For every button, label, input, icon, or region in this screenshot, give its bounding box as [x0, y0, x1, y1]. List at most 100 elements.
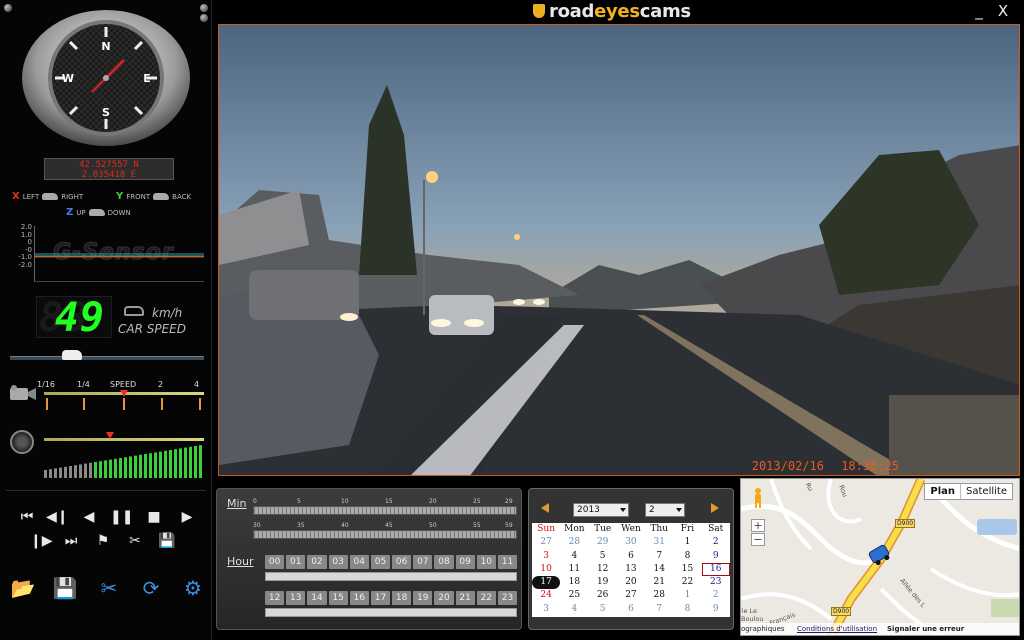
hour-cell-12[interactable]: 12 [265, 591, 285, 605]
calendar-day[interactable]: 6 [617, 603, 645, 616]
hour-bar-pm[interactable] [265, 608, 517, 617]
calendar-day[interactable]: 8 [673, 603, 701, 616]
hour-cell-19[interactable]: 19 [413, 591, 433, 605]
calendar-day[interactable]: 28 [560, 536, 588, 549]
calendar-day[interactable]: 5 [589, 603, 617, 616]
skip-back-button[interactable]: ⏮ [16, 507, 38, 527]
hour-cell-06[interactable]: 06 [392, 555, 412, 569]
browser-icon[interactable]: ⟳ [138, 575, 164, 601]
video-progress-thumb-car-icon[interactable] [62, 350, 83, 360]
street-view-pegman-icon[interactable] [753, 487, 763, 509]
hour-cell-10[interactable]: 10 [476, 555, 496, 569]
stop-button[interactable]: ■ [143, 507, 165, 527]
calendar-day[interactable]: 4 [560, 550, 588, 563]
step-forward-button[interactable]: ❙▶ [30, 531, 53, 551]
calendar-day[interactable]: 4 [560, 603, 588, 616]
calendar-day[interactable]: 21 [645, 576, 673, 589]
hour-cell-20[interactable]: 20 [434, 591, 454, 605]
open-folder-icon[interactable]: 📂 [10, 575, 36, 601]
close-button[interactable]: X [994, 2, 1012, 20]
minute-ruler-30-59[interactable]: 30 35 40 45 50 55 59 [253, 522, 517, 539]
calendar-day[interactable]: 6 [617, 550, 645, 563]
step-back-button[interactable]: ◀❙ [46, 507, 69, 527]
settings-gear-icon[interactable]: ⚙ [180, 575, 206, 601]
calendar-day[interactable]: 17 [532, 576, 561, 590]
hour-cell-00[interactable]: 00 [265, 555, 285, 569]
calendar-day[interactable]: 20 [617, 576, 645, 589]
calendar-day[interactable]: 2 [702, 589, 730, 602]
hour-cell-13[interactable]: 13 [286, 591, 306, 605]
map-satellite-button[interactable]: Satellite [961, 484, 1012, 499]
calendar-day[interactable]: 7 [645, 550, 673, 563]
zoom-out-button[interactable]: − [751, 533, 765, 546]
calendar-day[interactable]: 13 [617, 563, 645, 576]
calendar-day[interactable]: 26 [589, 589, 617, 602]
cut-marker-button[interactable]: ✂︎ [124, 531, 146, 551]
map-report-error-link[interactable]: Signaler une erreur cartographique [887, 623, 1019, 635]
calendar-day[interactable]: 29 [589, 536, 617, 549]
hour-cell-16[interactable]: 16 [349, 591, 369, 605]
hour-cell-14[interactable]: 14 [307, 591, 327, 605]
calendar-day[interactable]: 28 [645, 589, 673, 602]
calendar-day[interactable]: 27 [532, 536, 560, 549]
calendar-day[interactable]: 9 [702, 550, 730, 563]
pause-button[interactable]: ❚❚ [110, 507, 133, 527]
calendar-day[interactable]: 5 [589, 550, 617, 563]
hour-cell-09[interactable]: 09 [455, 555, 475, 569]
calendar-day[interactable]: 3 [532, 603, 560, 616]
calendar-day[interactable]: 3 [532, 550, 560, 563]
calendar-day[interactable]: 10 [532, 563, 560, 576]
calendar-day[interactable]: 2 [702, 536, 730, 549]
hour-cell-07[interactable]: 07 [413, 555, 433, 569]
next-month-arrow-icon[interactable] [711, 503, 719, 513]
calendar-day[interactable]: 15 [673, 563, 701, 576]
playback-speed-thumb[interactable] [120, 390, 128, 397]
hour-cell-11[interactable]: 11 [497, 555, 518, 569]
hour-cell-21[interactable]: 21 [455, 591, 475, 605]
calendar-day[interactable]: 11 [560, 563, 588, 576]
hour-cell-05[interactable]: 05 [370, 555, 391, 569]
hour-cell-17[interactable]: 17 [370, 591, 391, 605]
map-view[interactable]: D900 D900 Ru Rou Allée des L rie Le Boul… [740, 478, 1020, 636]
calendar-day[interactable]: 1 [673, 589, 701, 602]
calendar-day[interactable]: 8 [673, 550, 701, 563]
save-clip-button[interactable]: 💾 [156, 531, 178, 551]
calendar-day[interactable]: 31 [645, 536, 673, 549]
flag-button[interactable]: ⚑ [92, 531, 114, 551]
speaker-icon[interactable] [10, 430, 34, 454]
map-plan-button[interactable]: Plan [925, 484, 962, 499]
scissors-icon[interactable]: ✂ [96, 575, 122, 601]
calendar-day[interactable]: 16 [701, 562, 730, 577]
calendar-day[interactable]: 14 [645, 563, 673, 576]
hour-cell-01[interactable]: 01 [286, 555, 306, 569]
calendar-day[interactable]: 1 [673, 536, 701, 549]
hour-cell-08[interactable]: 08 [434, 555, 454, 569]
calendar-day[interactable]: 7 [645, 603, 673, 616]
calendar-day[interactable]: 9 [702, 603, 730, 616]
hour-bar-am[interactable] [265, 572, 517, 581]
hour-cell-18[interactable]: 18 [392, 591, 412, 605]
calendar-day[interactable]: 24 [532, 589, 560, 602]
play-button[interactable]: ▶ [176, 507, 198, 527]
hour-cell-04[interactable]: 04 [349, 555, 369, 569]
zoom-in-button[interactable]: + [751, 519, 765, 532]
calendar-day[interactable]: 22 [673, 576, 701, 589]
video-player[interactable]: 2013/02/16 18:38:25 [218, 24, 1020, 476]
calendar-day[interactable]: 25 [560, 589, 588, 602]
skip-forward-button[interactable]: ⏭ [60, 531, 82, 551]
calendar-day[interactable]: 19 [589, 576, 617, 589]
hour-cell-02[interactable]: 02 [307, 555, 327, 569]
calendar-day[interactable]: 30 [617, 536, 645, 549]
calendar-day[interactable]: 18 [560, 576, 588, 589]
reverse-play-button[interactable]: ◀ [78, 507, 100, 527]
volume-thumb[interactable] [106, 432, 114, 439]
map-terms-link[interactable]: Conditions d'utilisation [797, 623, 877, 635]
prev-month-arrow-icon[interactable] [541, 503, 549, 513]
save-icon[interactable]: 💾 [52, 575, 78, 601]
month-select[interactable]: 2 [645, 503, 685, 517]
year-select[interactable]: 2013 [573, 503, 629, 517]
hour-cell-15[interactable]: 15 [328, 591, 348, 605]
calendar-day[interactable]: 27 [617, 589, 645, 602]
hour-cell-22[interactable]: 22 [476, 591, 496, 605]
minimize-button[interactable]: _ [970, 2, 988, 20]
